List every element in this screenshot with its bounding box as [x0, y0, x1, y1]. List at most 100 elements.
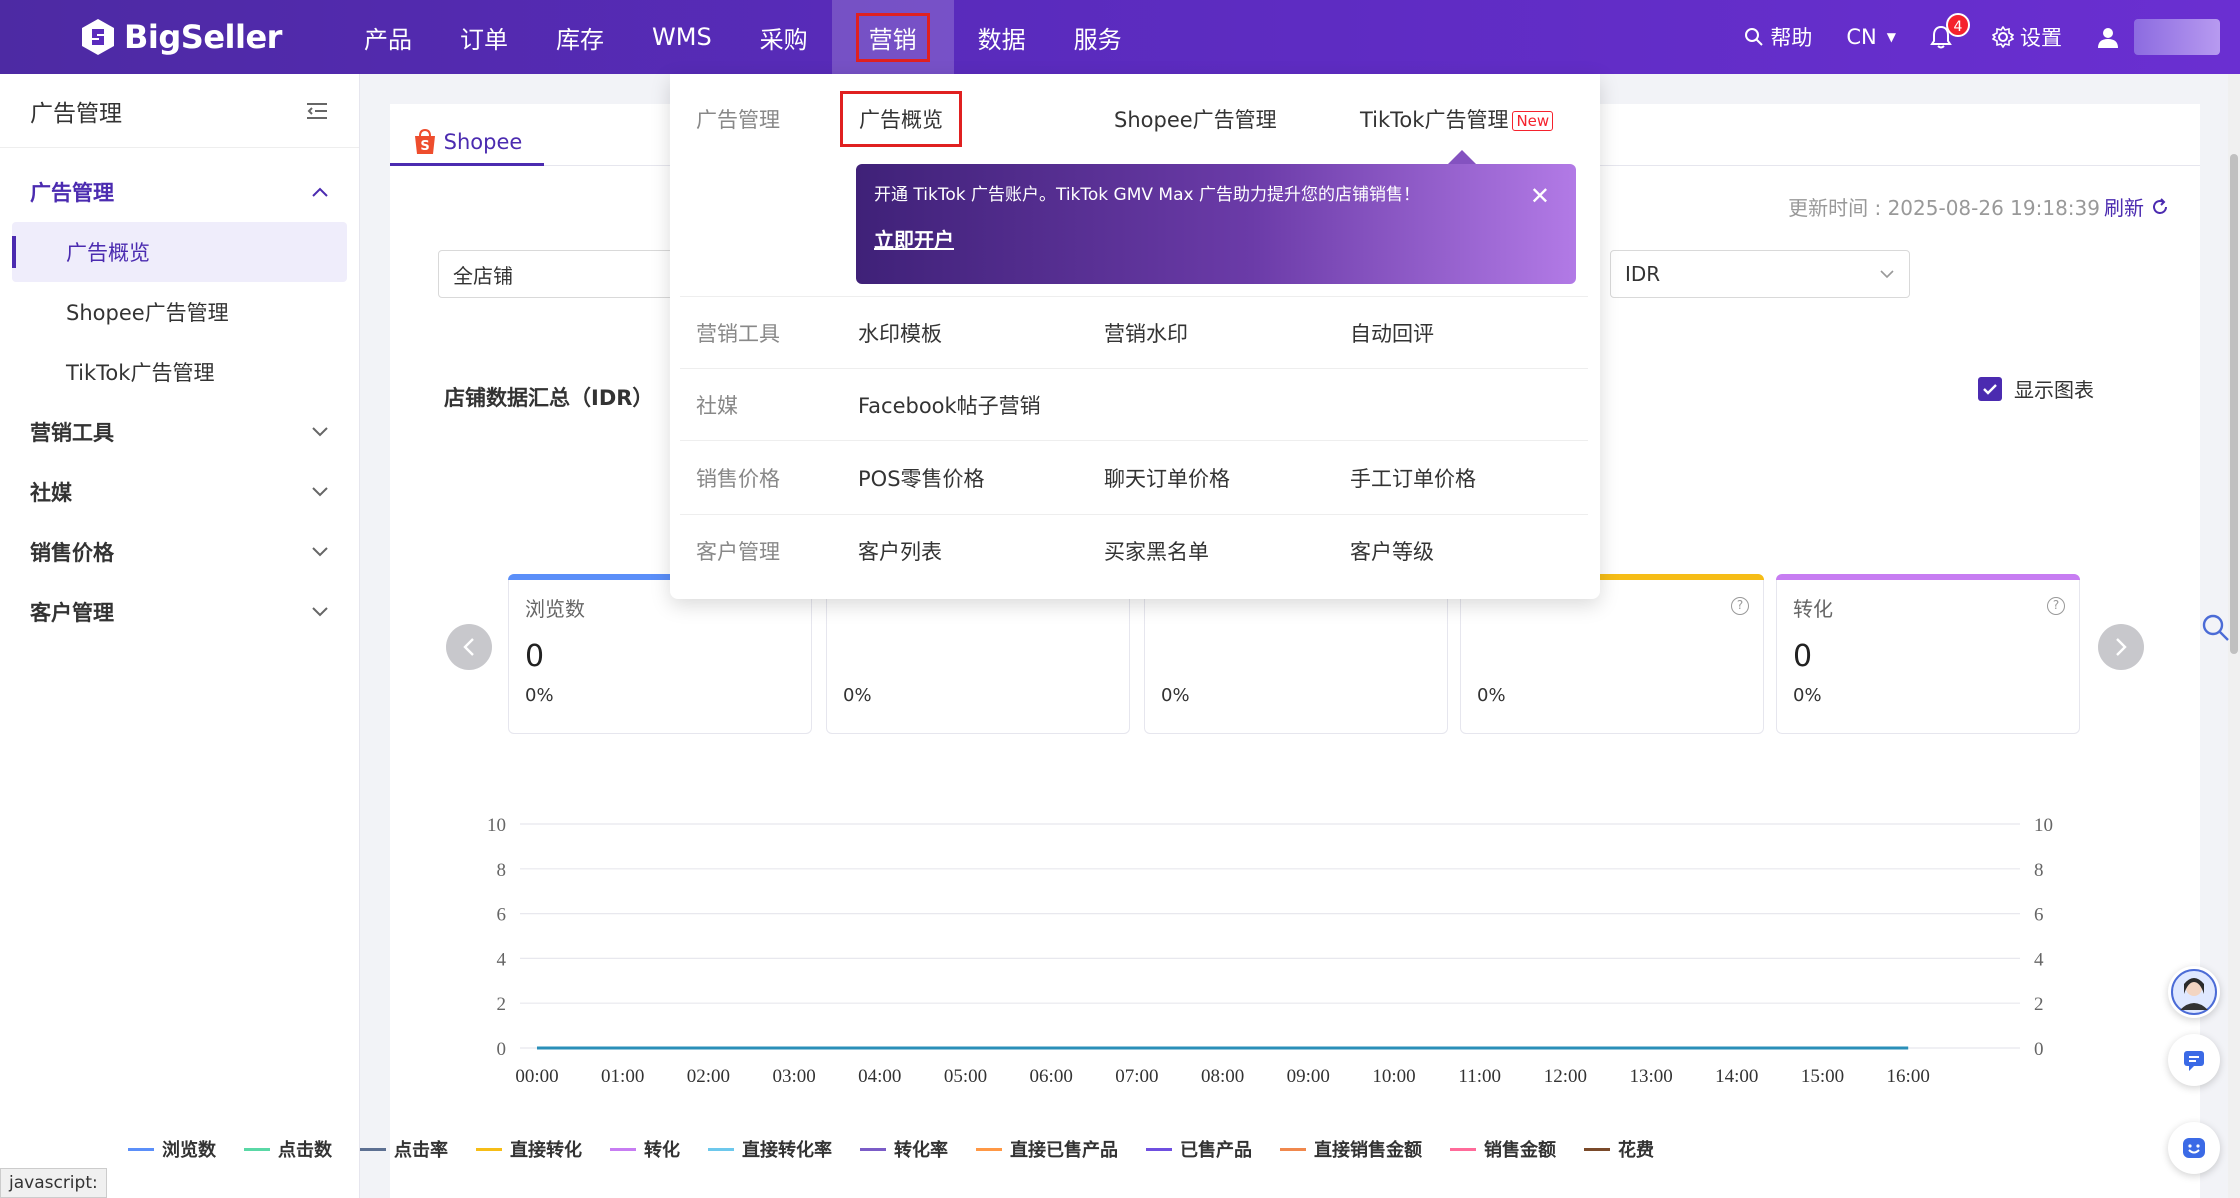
nav-services[interactable]: 服务 — [1050, 0, 1146, 74]
floating-search-button[interactable] — [2200, 612, 2230, 647]
search-icon — [2202, 614, 2229, 641]
legend-item[interactable]: 直接转化 — [476, 1136, 582, 1162]
dropdown-link-customer-level[interactable]: 客户等级 — [1350, 536, 1434, 566]
y-tick-label-left: 8 — [497, 860, 507, 881]
logo[interactable]: BigSeller — [78, 14, 282, 60]
help-link[interactable]: 帮助 — [1744, 22, 1812, 52]
nav-purchase[interactable]: 采购 — [736, 0, 832, 74]
legend-item[interactable]: 直接已售产品 — [976, 1136, 1118, 1162]
top-navbar: BigSeller 产品 订单 库存 WMS 采购 营销 数据 服务 帮助 CN… — [0, 0, 2240, 74]
settings-link[interactable]: 设置 — [1992, 22, 2062, 52]
sidebar-group-sales-price[interactable]: 销售价格 — [0, 522, 359, 582]
dropdown-row-customers: 客户管理 客户列表 买家黑名单 客户等级 — [680, 514, 1588, 586]
x-tick-label: 03:00 — [772, 1066, 815, 1087]
legend-item[interactable]: 点击率 — [360, 1136, 448, 1162]
cards-next-button[interactable] — [2098, 624, 2144, 670]
notification-button[interactable]: 4 — [1930, 13, 1970, 49]
sidebar-item-shopee-ads[interactable]: Shopee广告管理 — [12, 282, 347, 342]
status-bar-url: javascript: — [0, 1168, 107, 1198]
refresh-button[interactable]: 刷新 — [2104, 192, 2170, 221]
tab-shopee[interactable]: S Shopee — [390, 120, 544, 166]
chevron-down-icon — [312, 427, 328, 437]
dropdown-link-watermark-template[interactable]: 水印模板 — [858, 318, 942, 348]
language-select[interactable]: CN ▼ — [1846, 25, 1896, 49]
x-tick-label: 09:00 — [1287, 1066, 1330, 1087]
collapse-menu-icon[interactable] — [305, 101, 329, 121]
user-icon — [2098, 28, 2118, 48]
legend-item[interactable]: 直接销售金额 — [1280, 1136, 1422, 1162]
customer-service-button[interactable] — [2168, 1122, 2220, 1174]
nav-orders[interactable]: 订单 — [436, 0, 532, 74]
legend-item[interactable]: 花费 — [1584, 1136, 1654, 1162]
legend-label: 花费 — [1618, 1140, 1654, 1161]
dropdown-link-ads-overview[interactable]: 广告概览 — [840, 91, 962, 147]
x-tick-label: 04:00 — [858, 1066, 901, 1087]
help-circle-icon[interactable]: ? — [1731, 597, 1749, 615]
chat-button[interactable] — [2168, 1034, 2220, 1086]
card-percent: 0% — [1161, 685, 1190, 706]
sidebar-group-marketing-tools[interactable]: 营销工具 — [0, 402, 359, 462]
y-tick-label-left: 6 — [497, 905, 507, 926]
show-chart-toggle[interactable]: 显示图表 — [1978, 374, 2094, 403]
dropdown-link-customer-list[interactable]: 客户列表 — [858, 536, 942, 566]
y-tick-label-left: 10 — [487, 815, 506, 836]
close-icon[interactable]: ✕ — [1530, 182, 1550, 210]
sidebar-group-customers[interactable]: 客户管理 — [0, 582, 359, 642]
user-menu[interactable] — [2096, 25, 2126, 49]
dropdown-link-facebook-posts[interactable]: Facebook帖子营销 — [858, 390, 1041, 420]
dropdown-link-pos-price[interactable]: POS零售价格 — [858, 463, 985, 493]
legend-swatch — [1280, 1147, 1306, 1151]
card-color-bar — [1776, 574, 2080, 580]
sidebar-item-tiktok-ads[interactable]: TikTok广告管理 — [12, 342, 347, 402]
legend-item[interactable]: 转化率 — [860, 1136, 948, 1162]
dropdown-link-manual-order-price[interactable]: 手工订单价格 — [1350, 463, 1476, 493]
sidebar-item-ads-overview[interactable]: 广告概览 — [12, 222, 347, 282]
support-agent-avatar[interactable] — [2168, 966, 2220, 1018]
legend-item[interactable]: 销售金额 — [1450, 1136, 1556, 1162]
y-tick-label-left: 2 — [497, 994, 507, 1015]
help-circle-icon[interactable]: ? — [2047, 597, 2065, 615]
legend-item[interactable]: 直接转化率 — [708, 1136, 832, 1162]
legend-swatch — [128, 1147, 154, 1151]
user-name-redacted[interactable] — [2134, 19, 2220, 55]
dropdown-link-shopee-ads[interactable]: Shopee广告管理 — [1114, 104, 1277, 134]
nav-marketing[interactable]: 营销 — [831, 0, 954, 74]
legend-label: 直接转化 — [510, 1140, 582, 1161]
dropdown-link-buyer-blacklist[interactable]: 买家黑名单 — [1104, 536, 1209, 566]
sidebar-group-ads[interactable]: 广告管理 — [0, 162, 359, 222]
card-label: 转化 — [1793, 597, 1833, 621]
dropdown-link-label: TikTok广告管理 — [1360, 108, 1509, 132]
card-percent: 0% — [525, 685, 554, 706]
currency-select[interactable]: IDR — [1610, 250, 1910, 298]
dropdown-row-marketing-tools: 营销工具 水印模板 营销水印 自动回评 — [680, 296, 1588, 368]
dropdown-link-auto-review[interactable]: 自动回评 — [1350, 318, 1434, 348]
dropdown-row-social: 社媒 Facebook帖子营销 — [680, 368, 1588, 440]
legend-item[interactable]: 浏览数 — [128, 1136, 216, 1162]
bigseller-logo-icon — [82, 19, 114, 55]
update-time: 更新时间 : 2025-08-26 19:18:39 — [1788, 196, 2100, 220]
cards-prev-button[interactable] — [446, 624, 492, 670]
dropdown-row-sales-price: 销售价格 POS零售价格 聊天订单价格 手工订单价格 — [680, 440, 1588, 514]
legend-label: 浏览数 — [162, 1140, 216, 1161]
brand-name: BigSeller — [124, 18, 282, 56]
scrollbar-thumb[interactable] — [2230, 154, 2238, 654]
nav-wms[interactable]: WMS — [628, 0, 736, 74]
dropdown-link-chat-order-price[interactable]: 聊天订单价格 — [1104, 463, 1230, 493]
dropdown-link-marketing-watermark[interactable]: 营销水印 — [1104, 318, 1188, 348]
nav-products[interactable]: 产品 — [340, 0, 436, 74]
section-title: 店铺数据汇总（IDR） — [444, 386, 654, 410]
legend-swatch — [860, 1147, 886, 1151]
y-tick-label-left: 4 — [497, 949, 507, 970]
y-tick-label-right: 2 — [2034, 994, 2044, 1015]
checkbox-checked-icon — [1978, 376, 2002, 401]
legend-item[interactable]: 转化 — [610, 1136, 680, 1162]
legend-item[interactable]: 已售产品 — [1146, 1136, 1252, 1162]
promo-open-account-link[interactable]: 立即开户 — [874, 224, 954, 253]
sidebar-group-social[interactable]: 社媒 — [0, 462, 359, 522]
nav-data[interactable]: 数据 — [954, 0, 1050, 74]
x-tick-label: 02:00 — [687, 1066, 730, 1087]
legend-label: 转化 — [644, 1140, 680, 1161]
legend-item[interactable]: 点击数 — [244, 1136, 332, 1162]
dropdown-link-tiktok-ads[interactable]: TikTok广告管理 New — [1360, 104, 1554, 134]
nav-inventory[interactable]: 库存 — [532, 0, 628, 74]
